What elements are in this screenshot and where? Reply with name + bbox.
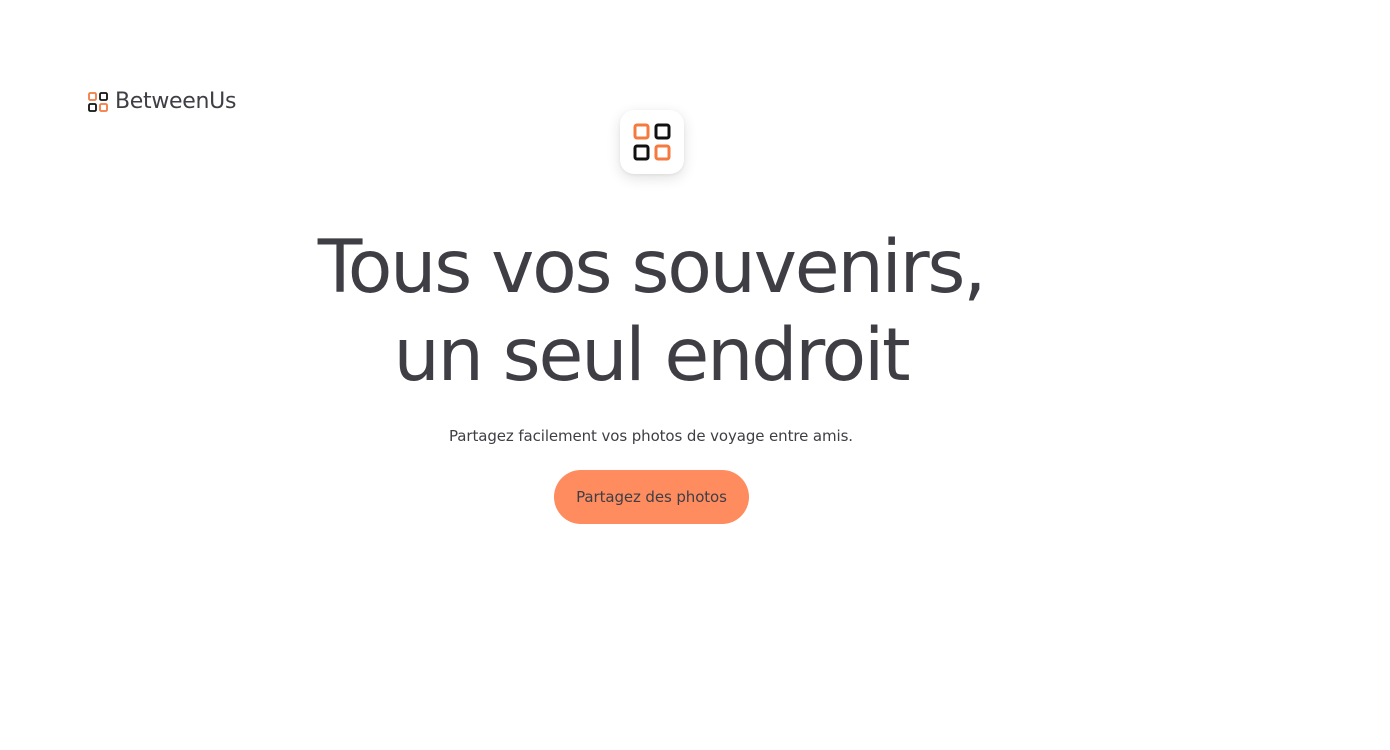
hero-title-line-1: Tous vos souvenirs,	[317, 225, 987, 310]
brand-logo-link[interactable]: BetweenUs	[88, 89, 236, 114]
grid-squares-icon	[88, 91, 108, 112]
grid-squares-icon	[633, 123, 671, 161]
hero-title-line-2: un seul endroit	[393, 313, 911, 398]
hero-title: Tous vos souvenirs, un seul endroit	[300, 224, 1002, 400]
app-icon-tile	[620, 110, 684, 174]
brand-name: BetweenUs	[115, 89, 237, 114]
hero-subtitle: Partagez facilement vos photos de voyage…	[449, 427, 853, 445]
landing-page: BetweenUs Tous vos souvenirs, un seul en…	[0, 0, 1390, 750]
share-photos-button[interactable]: Partagez des photos	[554, 470, 749, 524]
